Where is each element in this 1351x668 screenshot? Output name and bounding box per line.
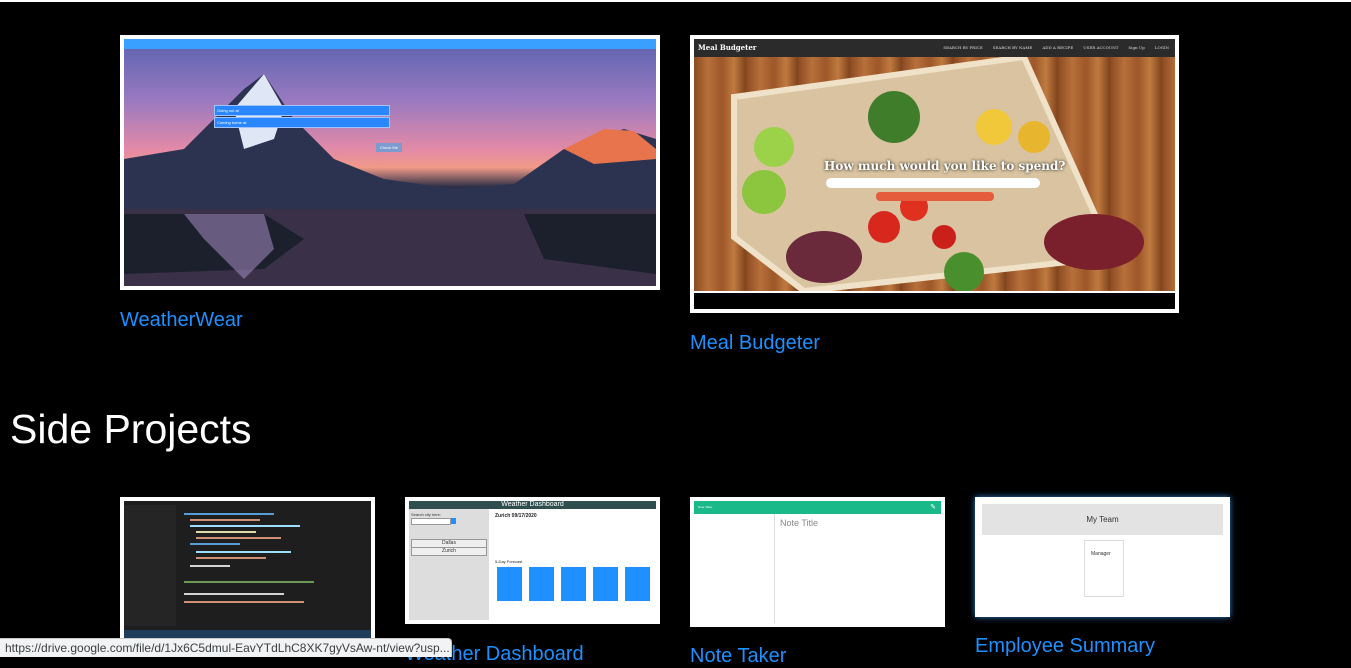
note-taker-brand: Note Taker	[698, 505, 713, 509]
nav-user-account[interactable]: USER ACCOUNT	[1083, 45, 1118, 50]
code-line	[196, 557, 266, 559]
forecast-card	[497, 567, 522, 601]
employee-role: Manager	[1091, 551, 1111, 557]
check-me-button[interactable]: Check Me	[376, 143, 402, 152]
code-line	[190, 543, 240, 545]
weatherwear-thumbnail[interactable]: Going out at Coming home at Check Me	[120, 35, 660, 290]
code-line	[190, 565, 230, 567]
code-line	[184, 581, 314, 583]
top-border	[0, 0, 1351, 2]
weatherwear-link[interactable]: WeatherWear	[120, 309, 243, 332]
budget-question: How much would you like to spend?	[824, 159, 1066, 173]
footer-bar	[694, 293, 1175, 309]
going-out-select[interactable]: Going out at	[214, 105, 390, 116]
budget-input[interactable]	[826, 178, 1040, 188]
meal-budgeter-link[interactable]: Meal Budgeter	[690, 332, 820, 355]
code-line	[184, 593, 284, 595]
code-line	[184, 513, 274, 515]
coming-home-select[interactable]: Coming home at	[214, 117, 390, 128]
pencil-icon[interactable]: ✎	[930, 503, 936, 511]
employee-card: Manager	[1084, 540, 1124, 597]
nav-add-recipe[interactable]: ADD A RECIPE	[1042, 45, 1073, 50]
list-divider	[774, 514, 775, 623]
note-taker-thumbnail[interactable]: Note Taker ✎ Note Title	[690, 497, 945, 627]
code-line	[196, 531, 256, 533]
city-button-zurich[interactable]: Zurich	[411, 547, 487, 556]
nav-sign-up[interactable]: Sign Up	[1128, 45, 1144, 50]
note-taker-navbar: Note Taker ✎	[694, 501, 941, 514]
nav-search-price[interactable]: SEARCH BY PRICE	[943, 45, 982, 50]
editor-sidebar	[124, 505, 176, 626]
code-editor-screenshot	[124, 501, 371, 638]
side-projects-heading: Side Projects	[10, 406, 252, 452]
link-preview-status: https://drive.google.com/file/d/1Jx6C5dm…	[0, 638, 452, 657]
code-line	[196, 551, 291, 553]
code-line	[190, 525, 300, 527]
brand: Meal Budgeter	[698, 43, 757, 52]
forecast-label: 5-Day Forecast	[495, 559, 523, 564]
code-line	[190, 519, 260, 521]
search-city-input[interactable]	[411, 518, 451, 525]
code-line	[184, 601, 304, 603]
search-icon[interactable]	[451, 518, 456, 524]
app-navbar	[124, 39, 656, 49]
budget-submit-button[interactable]	[876, 192, 994, 201]
meal-budgeter-thumbnail[interactable]: Meal Budgeter SEARCH BY PRICE SEARCH BY …	[690, 35, 1179, 313]
taskbar	[124, 630, 371, 638]
code-project-thumbnail[interactable]	[120, 497, 375, 642]
nav-login[interactable]: LOGIN	[1155, 45, 1169, 50]
code-line	[196, 537, 281, 539]
forecast-card	[561, 567, 586, 601]
forecast-card	[529, 567, 554, 601]
mountain-graphic	[124, 74, 656, 286]
team-header: My Team	[982, 504, 1223, 535]
dashboard-title: Weather Dashboard	[409, 501, 656, 509]
search-sidebar: Search city here: Dallas Zurich	[409, 509, 489, 620]
employee-summary-link[interactable]: Employee Summary	[975, 635, 1155, 658]
forecast-card	[593, 567, 618, 601]
meal-budgeter-navbar: Meal Budgeter SEARCH BY PRICE SEARCH BY …	[694, 39, 1175, 57]
search-label: Search city here:	[411, 512, 442, 517]
note-title-input[interactable]: Note Title	[780, 518, 818, 528]
wood-background	[694, 53, 1175, 295]
vegetable-crate-graphic	[731, 53, 1144, 295]
forecast-card	[625, 567, 650, 601]
nav-search-name[interactable]: SEARCH BY NAME	[993, 45, 1033, 50]
weather-dashboard-thumbnail[interactable]: Weather Dashboard Search city here: Dall…	[405, 497, 660, 624]
city-title: Zurich 09/17/2020	[495, 513, 537, 519]
employee-summary-thumbnail[interactable]: My Team Manager	[975, 497, 1230, 617]
